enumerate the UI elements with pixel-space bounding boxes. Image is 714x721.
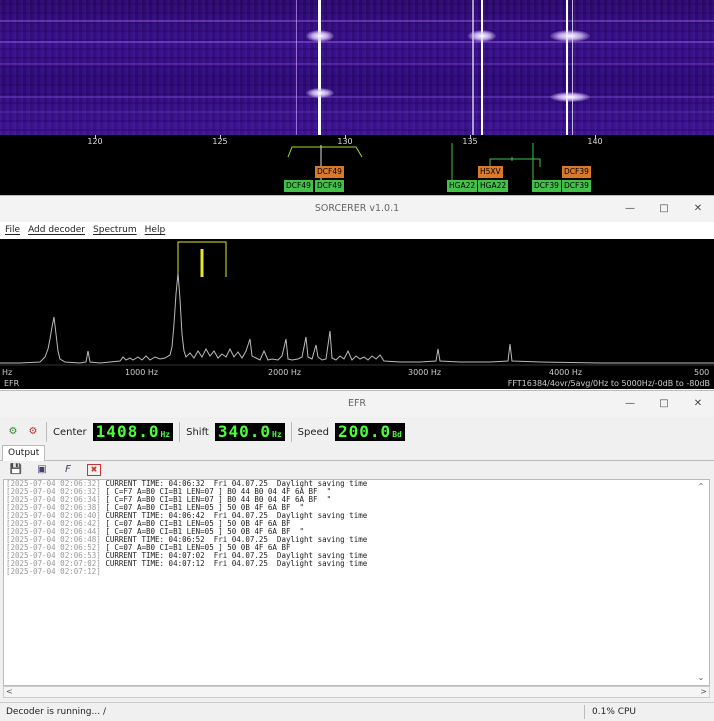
horizontal-scrollbar[interactable]: < >: [3, 686, 710, 698]
cpu-usage: 0.1% CPU: [592, 707, 637, 717]
signal-tag[interactable]: DCF39: [562, 166, 591, 178]
minimize-icon[interactable]: —: [622, 396, 638, 412]
efr-toolbar: ⚙ ⚙ Center 1408.0 Hz Shift 340.0 Hz Speed …: [0, 419, 714, 445]
decoder-status: Decoder is running... /: [6, 707, 106, 717]
signal-tag[interactable]: DCF49: [315, 166, 344, 178]
efr-window: EFR — □ ✕ ⚙ ⚙ Center 1408.0 Hz Shift 340.…: [0, 390, 714, 721]
maximize-icon[interactable]: □: [656, 396, 672, 412]
log-timestamp: [2025-07-04 02:07:12]: [6, 567, 101, 576]
signal-glow: [550, 92, 590, 102]
output-log[interactable]: [2025-07-04 02:06:32] CURRENT TIME: 04:0…: [3, 479, 710, 686]
spectrum-axis-label: Hz: [2, 368, 13, 377]
signal-trace: [566, 0, 568, 135]
spectrum-axis-label: 4000 Hz: [549, 368, 583, 377]
center-frequency-display[interactable]: 1408.0 Hz: [92, 422, 174, 441]
waterfall-panel[interactable]: 120 125 130 135 140 DCF49 DCF49 DCF49 HG…: [0, 0, 714, 195]
spectrum-plot: [0, 241, 714, 366]
signal-trace: [481, 0, 483, 135]
signal-tag[interactable]: HGA22: [478, 180, 509, 192]
scroll-right-icon[interactable]: >: [700, 687, 707, 697]
log-message: CURRENT TIME: 04:07:12 Fri 04.07.25 Dayl…: [105, 559, 368, 568]
center-label: Center: [53, 426, 87, 438]
sorcerer-titlebar[interactable]: SORCERER v1.0.1 — □ ✕: [0, 196, 714, 222]
toolbar-separator: [290, 422, 292, 442]
spectrum-display[interactable]: Hz 1000 Hz 2000 Hz 3000 Hz 4000 Hz 500 E…: [0, 239, 714, 389]
center-value: 1408.0: [95, 422, 160, 441]
speed-unit: Bd: [392, 430, 402, 439]
waterfall-band: [0, 41, 714, 43]
font-icon[interactable]: F: [61, 464, 75, 476]
speed-display[interactable]: 200.0 Bd: [335, 423, 405, 441]
status-bar: Decoder is running... / 0.1% CPU: [0, 702, 714, 721]
signal-trace: [572, 0, 573, 135]
waterfall-band: [0, 111, 714, 113]
signal-tag[interactable]: DCF39: [562, 180, 591, 192]
minimize-icon[interactable]: —: [622, 201, 638, 217]
status-separator: [584, 705, 585, 719]
log-line: [2025-07-04 02:07:12]: [6, 568, 105, 576]
signal-glow: [306, 30, 334, 42]
signal-trace: [472, 0, 474, 135]
spectrum-axis-label: 3000 Hz: [408, 368, 442, 377]
signal-glow: [550, 30, 590, 42]
sorcerer-window: SORCERER v1.0.1 — □ ✕ File Add decoder S…: [0, 195, 714, 390]
menu-help[interactable]: Help: [145, 222, 166, 238]
speed-value: 200.0: [338, 422, 392, 441]
efr-titlebar[interactable]: EFR — □ ✕: [0, 391, 714, 417]
center-unit: Hz: [160, 430, 171, 439]
close-icon[interactable]: ✕: [690, 201, 706, 217]
save-icon[interactable]: 💾: [9, 464, 23, 476]
spectrum-axis-label: 1000 Hz: [125, 368, 159, 377]
scroll-down-icon[interactable]: ⌄: [696, 673, 706, 683]
signal-trace: [296, 0, 297, 135]
spectrum-axis-label: 500: [694, 368, 710, 377]
menu-add-decoder[interactable]: Add decoder: [28, 222, 85, 238]
stop-decoder-icon[interactable]: ⚙: [26, 426, 40, 438]
spectrum-fft-info: FFT16384/4ovr/5avg/0Hz to 5000Hz/-0dB to…: [507, 379, 710, 388]
shift-value: 340.0: [217, 422, 272, 441]
waterfall-band: [0, 63, 714, 65]
menu-bar: File Add decoder Spectrum Help: [0, 222, 714, 238]
play-decoder-icon[interactable]: ⚙: [6, 426, 20, 438]
signal-tag[interactable]: DCF39: [532, 180, 561, 192]
clear-icon[interactable]: ✖: [87, 464, 101, 476]
output-toolbar: 💾 ▣ F ✖: [0, 461, 714, 479]
speed-label: Speed: [297, 426, 330, 438]
close-icon[interactable]: ✕: [690, 396, 706, 412]
tab-bar: Output: [0, 445, 714, 461]
menu-file[interactable]: File: [5, 222, 20, 238]
waterfall-band: [0, 20, 714, 22]
bandwidth-markers: [287, 143, 541, 180]
spectrum-mode-label: EFR: [4, 379, 20, 388]
signal-trace: [318, 0, 321, 135]
signal-glow: [468, 30, 496, 42]
menu-spectrum[interactable]: Spectrum: [93, 222, 137, 238]
waterfall-band: [0, 96, 714, 98]
signal-tag[interactable]: DCF49: [284, 180, 313, 192]
window-title: SORCERER v1.0.1: [314, 203, 400, 214]
toolbar-separator: [179, 422, 181, 442]
signal-tag[interactable]: H5XV: [478, 166, 503, 178]
shift-unit: Hz: [272, 430, 282, 439]
toolbar-separator: [46, 422, 47, 442]
scroll-left-icon[interactable]: <: [6, 687, 13, 697]
spectrum-axis-label: 2000 Hz: [268, 368, 302, 377]
signal-glow: [306, 88, 334, 98]
open-folder-icon[interactable]: ▣: [35, 464, 49, 476]
signal-tag[interactable]: DCF49: [315, 180, 344, 192]
window-title: EFR: [347, 398, 367, 409]
shift-display[interactable]: 340.0 Hz: [214, 422, 285, 441]
maximize-icon[interactable]: □: [656, 201, 672, 217]
signal-tag[interactable]: HGA22: [447, 180, 478, 192]
shift-label: Shift: [186, 426, 209, 438]
tab-output[interactable]: Output: [2, 445, 46, 461]
scroll-up-icon[interactable]: ⌃: [696, 482, 706, 492]
